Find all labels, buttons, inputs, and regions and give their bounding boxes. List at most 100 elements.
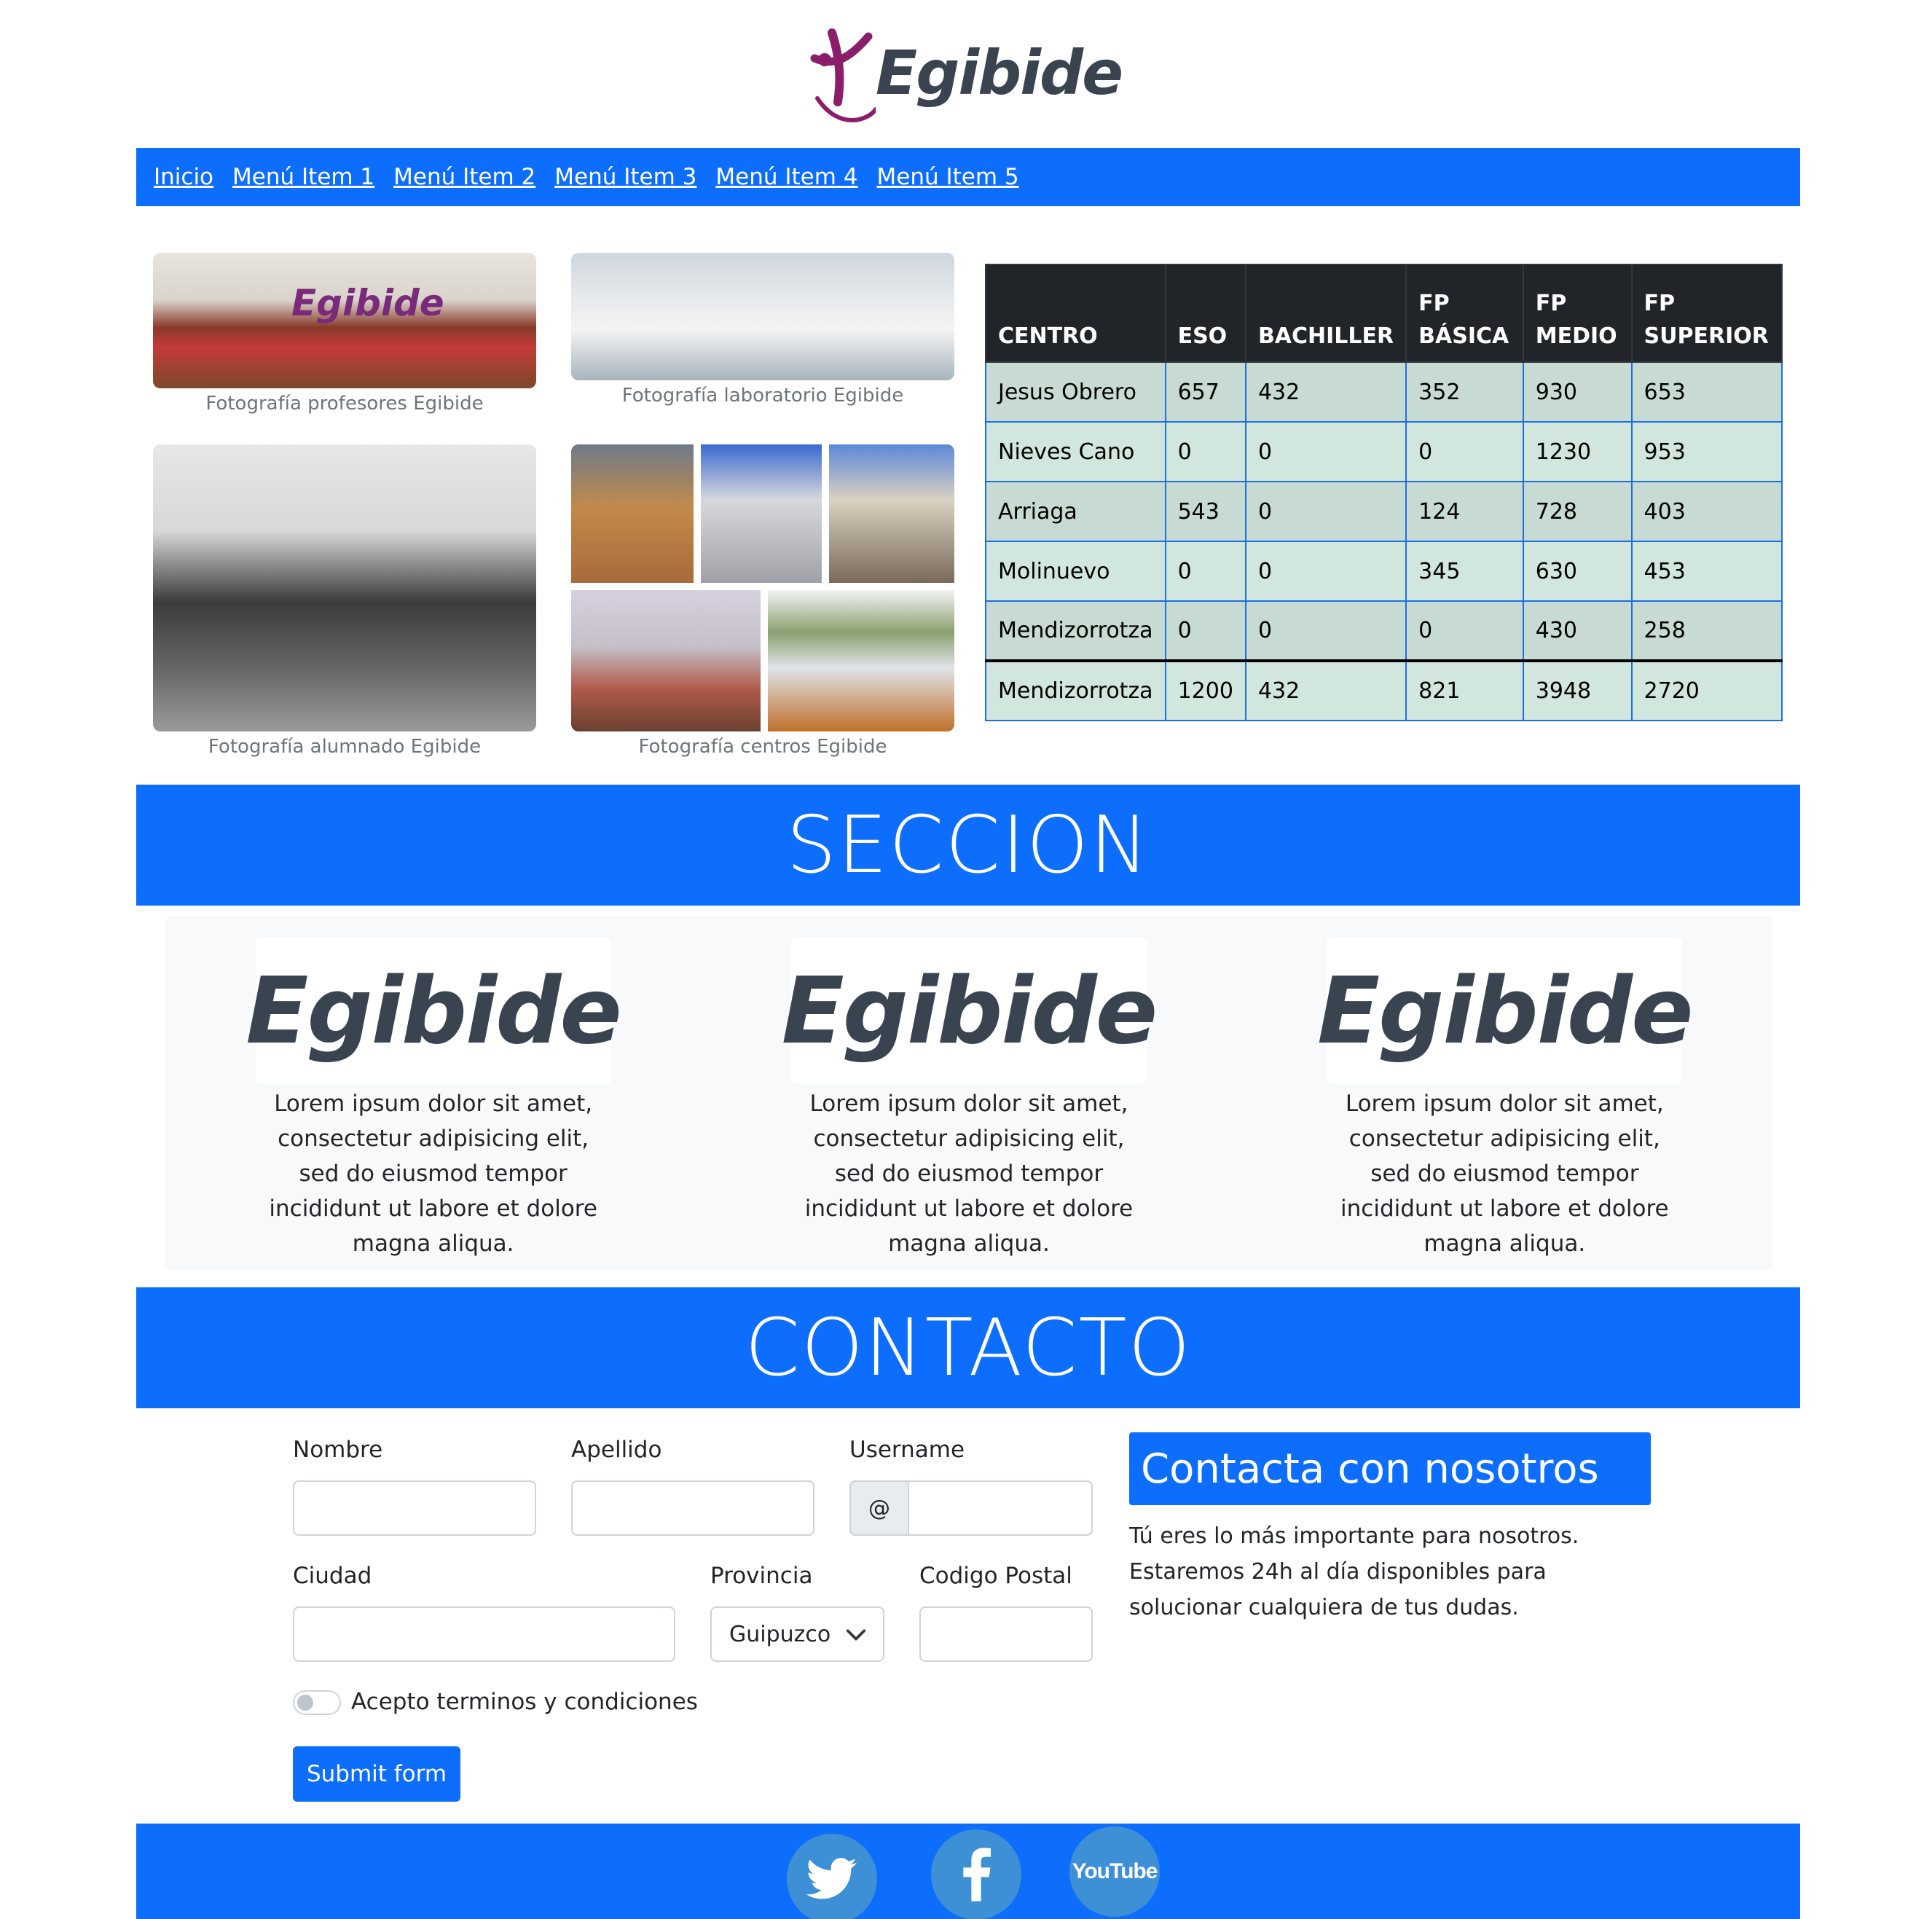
table-cell: 345	[1405, 541, 1524, 602]
card: Egibide Lorem ipsum dolor sit amet, cons…	[1317, 938, 1694, 1270]
nav-menu-item-2[interactable]: Menú Item 2	[393, 164, 535, 190]
provincia-label: Provincia	[710, 1563, 813, 1589]
apellido-input[interactable]	[571, 1480, 814, 1536]
terms-switch[interactable]	[293, 1690, 341, 1715]
table-cell: 657	[1164, 361, 1246, 423]
table-cell: Molinuevo	[985, 541, 1166, 602]
table-cell: 653	[1630, 361, 1783, 423]
facebook-f-icon	[963, 1848, 991, 1902]
table-cell: 728	[1522, 481, 1633, 542]
youtube-text: YouTube	[1072, 1859, 1158, 1883]
table-cell: Jesus Obrero	[985, 361, 1166, 423]
youtube-icon[interactable]: YouTube	[1069, 1826, 1160, 1917]
egibide-logo: Egibide	[782, 938, 1158, 1083]
table-header: CENTRO	[985, 264, 1166, 363]
nav-inicio[interactable]: Inicio	[154, 164, 213, 190]
logo-figure-icon	[810, 28, 876, 122]
table-cell: 0	[1164, 541, 1246, 602]
terms-label: Acepto terminos y condiciones	[351, 1689, 698, 1715]
figure-profesores: Egibide Fotografía profesores Egibide	[153, 253, 536, 415]
figure-caption: Fotografía centros Egibide	[638, 736, 887, 758]
egibide-logo: Egibide	[1317, 938, 1694, 1083]
photo-centros[interactable]	[571, 444, 954, 731]
table-cell: 1230	[1522, 421, 1633, 482]
table-cell: 0	[1244, 481, 1407, 542]
nombre-input[interactable]	[293, 1480, 536, 1536]
table-cell: Mendizorrotza	[985, 659, 1166, 721]
contact-box: Contacta con nosotros	[1129, 1432, 1651, 1505]
table-cell: 0	[1405, 600, 1524, 662]
cards-row: Egibide Lorem ipsum dolor sit amet, cons…	[165, 916, 1772, 1270]
table-cell: Nieves Cano	[985, 421, 1166, 482]
nav-menu-item-5[interactable]: Menú Item 5	[877, 164, 1019, 190]
photo-gallery: Egibide Fotografía profesores Egibide Fo…	[153, 251, 954, 761]
table-cell: Arriaga	[985, 481, 1166, 542]
table-cell: 453	[1630, 541, 1783, 602]
nav-menu-item-4[interactable]: Menú Item 4	[715, 164, 857, 190]
table-header: FP MEDIO	[1522, 264, 1633, 363]
table-cell: 1200	[1164, 659, 1246, 721]
table-cell: 0	[1164, 600, 1246, 662]
table-row: Molinuevo 0 0 345 630 453	[985, 541, 1783, 602]
photo-profesores[interactable]: Egibide	[153, 253, 536, 388]
photo-laboratorio[interactable]	[571, 253, 954, 380]
card-text: Lorem ipsum dolor sit amet, consectetur …	[269, 1091, 597, 1257]
apellido-label: Apellido	[571, 1437, 662, 1463]
table-cell: 258	[1630, 600, 1783, 662]
table-cell: 352	[1405, 361, 1524, 423]
cp-label: Codigo Postal	[919, 1563, 1072, 1589]
table-cell: 0	[1244, 421, 1407, 482]
table-cell: 403	[1630, 481, 1783, 542]
table-cell: 930	[1522, 361, 1633, 423]
logo-text: Egibide	[875, 37, 1123, 109]
cp-input[interactable]	[919, 1606, 1093, 1662]
username-label: Username	[849, 1437, 965, 1463]
submit-button[interactable]: Submit form	[293, 1746, 460, 1802]
ciudad-input[interactable]	[293, 1606, 675, 1662]
table-cell: 432	[1244, 659, 1407, 721]
table-cell: 0	[1244, 600, 1407, 662]
site-header: Egibide	[0, 0, 1932, 146]
egibide-logo: Egibide	[246, 938, 622, 1083]
contact-title: CONTACTO	[745, 1302, 1192, 1394]
provincia-select[interactable]: Guipuzcoa	[710, 1606, 884, 1662]
figure-centros: Fotografía centros Egibide	[571, 444, 954, 758]
table-header: FP SUPERIOR	[1630, 264, 1783, 363]
section-banner: SECCION	[136, 785, 1800, 906]
table-cell: 630	[1522, 541, 1633, 602]
table-cell: 0	[1244, 541, 1407, 602]
table-cell: 821	[1405, 659, 1524, 721]
table-row: Nieves Cano 0 0 0 1230 953	[985, 421, 1783, 482]
table-row: Arriaga 543 0 124 728 403	[985, 481, 1783, 542]
username-prefix: @	[849, 1480, 909, 1536]
table-cell: 2720	[1630, 659, 1783, 721]
nav-menu-item-3[interactable]: Menú Item 3	[554, 164, 696, 190]
figure-laboratorio: Fotografía laboratorio Egibide	[571, 253, 954, 407]
card-text: Lorem ipsum dolor sit amet, consectetur …	[804, 1091, 1134, 1257]
card-text: Lorem ipsum dolor sit amet, consectetur …	[1340, 1091, 1669, 1257]
table-header: FP BÁSICA	[1405, 264, 1524, 363]
table-footer-row: Mendizorrotza 1200 432 821 3948 2720	[985, 659, 1783, 721]
card: Egibide Lorem ipsum dolor sit amet, cons…	[246, 938, 622, 1270]
username-input[interactable]	[908, 1480, 1093, 1536]
photo-alumnado[interactable]	[153, 444, 536, 731]
contact-text: Tú eres lo más importante para nosotros.…	[1129, 1523, 1579, 1620]
ciudad-label: Ciudad	[293, 1563, 372, 1589]
switch-knob	[297, 1695, 313, 1711]
facebook-icon[interactable]	[931, 1829, 1021, 1919]
chevron-down-icon	[846, 1629, 866, 1641]
centers-table: CENTRO ESO BACHILLER FP BÁSICA FP MEDIO …	[985, 264, 1783, 721]
twitter-icon[interactable]	[787, 1834, 877, 1919]
nav-menu-item-1[interactable]: Menú Item 1	[232, 164, 374, 190]
footer: YouTube	[136, 1824, 1800, 1919]
table-header: ESO	[1164, 264, 1246, 363]
egibide-logo[interactable]: Egibide	[810, 22, 1123, 124]
figure-alumnado: Fotografía alumnado Egibide	[153, 444, 536, 758]
provincia-value: Guipuzcoa	[729, 1621, 831, 1647]
figure-caption: Fotografía profesores Egibide	[205, 393, 484, 415]
table-cell: 0	[1405, 421, 1524, 482]
table-header: BACHILLER	[1244, 264, 1407, 363]
section-title: SECCION	[786, 799, 1150, 891]
card: Egibide Lorem ipsum dolor sit amet, cons…	[782, 938, 1158, 1270]
table-row: Jesus Obrero 657 432 352 930 653	[985, 361, 1783, 423]
